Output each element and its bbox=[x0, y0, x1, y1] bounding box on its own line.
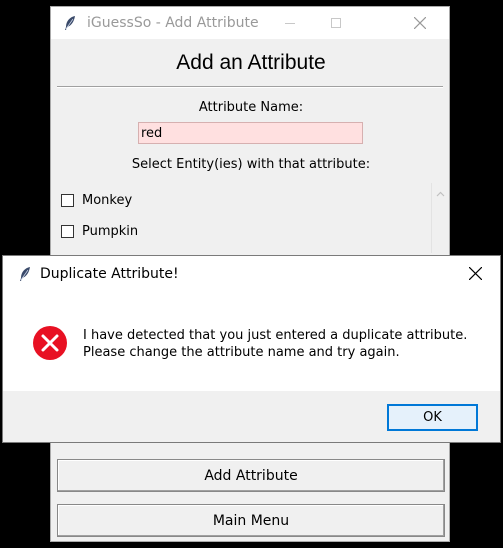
dialog-message-line: I have detected that you just entered a … bbox=[83, 328, 468, 343]
add-attribute-button[interactable]: Add Attribute bbox=[57, 459, 445, 492]
dialog-message-line: Please change the attribute name and try… bbox=[83, 345, 400, 360]
dialog-title: Duplicate Attribute! bbox=[40, 266, 179, 282]
scroll-up-icon[interactable] bbox=[436, 191, 445, 197]
duplicate-attribute-dialog: Duplicate Attribute! I have detected tha… bbox=[2, 255, 501, 443]
entity-label: Monkey bbox=[82, 193, 133, 208]
feather-icon bbox=[65, 16, 75, 30]
error-icon bbox=[33, 326, 67, 360]
select-entities-label: Select Entity(ies) with that attribute: bbox=[131, 157, 371, 172]
entity-list-scrollbar[interactable] bbox=[431, 183, 449, 253]
maximize-button[interactable] bbox=[313, 7, 359, 39]
title-bar: iGuessSo - Add Attribute bbox=[51, 7, 449, 39]
heading-divider bbox=[57, 86, 443, 88]
dialog-close-button[interactable] bbox=[453, 256, 499, 290]
entity-label: Pumpkin bbox=[82, 224, 139, 239]
entity-list: Monkey Pumpkin bbox=[51, 183, 431, 253]
ok-button[interactable]: OK bbox=[387, 404, 478, 431]
attribute-name-input[interactable] bbox=[138, 122, 363, 144]
window-title: iGuessSo - Add Attribute bbox=[87, 15, 259, 31]
dialog-footer: OK bbox=[3, 391, 500, 442]
dialog-message: I have detected that you just entered a … bbox=[83, 327, 467, 361]
checkbox[interactable] bbox=[61, 194, 74, 207]
close-icon bbox=[414, 17, 426, 29]
close-button[interactable] bbox=[397, 7, 443, 39]
main-menu-button[interactable]: Main Menu bbox=[57, 504, 445, 537]
attribute-name-label: Attribute Name: bbox=[198, 100, 304, 115]
page-title: Add an Attribute bbox=[176, 51, 326, 74]
feather-icon bbox=[20, 267, 30, 281]
checkbox[interactable] bbox=[61, 225, 74, 238]
close-icon bbox=[469, 267, 482, 280]
minimize-button[interactable] bbox=[267, 7, 313, 39]
